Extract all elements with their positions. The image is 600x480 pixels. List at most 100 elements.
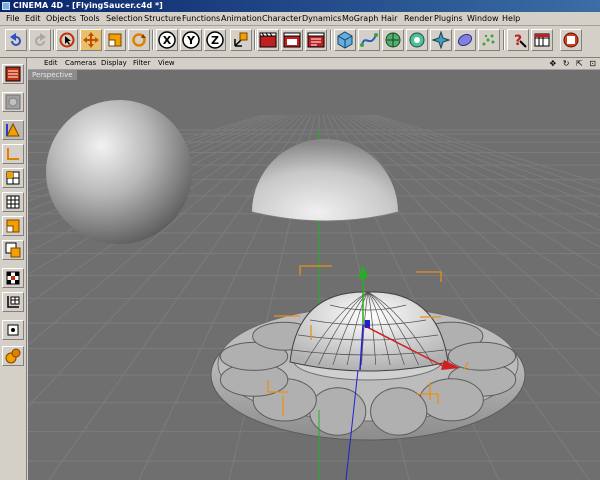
workplane-icon [7,296,20,308]
texture-axis-button[interactable] [2,240,24,260]
toolbar-separator [53,30,55,50]
menu-objects[interactable]: Objects [46,12,76,25]
nurbs-object-button[interactable] [382,29,404,51]
redo-icon [35,33,46,46]
render-picture-viewer-icon [283,32,301,48]
flying-saucer-object[interactable] [210,291,526,441]
menu-file[interactable]: File [6,12,19,25]
scale-button[interactable] [104,29,126,51]
coordinate-system-icon [234,32,248,47]
use-points-mode-icon [6,122,20,137]
toolbar-separator [254,30,256,50]
redo-button[interactable] [29,29,51,51]
undo-icon [10,33,21,46]
main-toolbar: X Y Z ? [0,26,600,58]
floor-object-button[interactable] [560,29,582,51]
menu-structure[interactable]: Structure [144,12,181,25]
viewport-navigation-icons[interactable]: ✥ ↻ ⇱ ⊡ [550,58,598,69]
viewport-menu-view[interactable]: View [158,58,175,69]
y-axis-button[interactable]: Y [180,29,202,51]
sculpt-icon [5,348,21,364]
model-mode-button[interactable] [2,64,24,84]
menu-window[interactable]: Window [467,12,499,25]
render-settings-button[interactable] [305,29,327,51]
cube-object-button[interactable] [334,29,356,51]
sculpt-button[interactable] [2,346,24,366]
viewport-menu-display[interactable]: Display [101,58,127,69]
scene-object-button[interactable] [454,29,476,51]
texture-mode-button[interactable] [2,192,24,212]
viewport-menu-bar: Edit Cameras Display Filter View ✥ ↻ ⇱ ⊡ [28,58,600,70]
object-mode-button[interactable] [2,92,24,112]
array-object-button[interactable] [406,29,428,51]
menu-render[interactable]: Render [404,12,432,25]
x-axis-icon: X [158,31,176,49]
spline-object-button[interactable] [358,29,380,51]
render-settings-icon [307,32,325,48]
z-axis-icon: Z [206,31,224,49]
edges-mode-button[interactable] [2,144,24,164]
coordinate-system-button[interactable] [230,29,252,51]
move-icon [83,32,99,48]
light-object-button[interactable] [478,29,500,51]
use-polygons-mode-icon [6,171,20,185]
saucer-cockpit-dome [289,291,449,372]
menu-mograph[interactable]: MoGraph [342,12,378,25]
menu-hair[interactable]: Hair [381,12,397,25]
menu-selection[interactable]: Selection [106,12,143,25]
menu-help[interactable]: Help [502,12,520,25]
texture-axis-icon [5,242,21,258]
rotate-button[interactable] [128,29,150,51]
menu-character[interactable]: Character [262,12,302,25]
hemisphere-object[interactable] [251,139,399,222]
viewport-menu-filter[interactable]: Filter [133,58,150,69]
x-axis-button[interactable]: X [156,29,178,51]
points-mode-button[interactable] [2,120,24,140]
render-picture-viewer-button[interactable] [281,29,303,51]
title-bar: CINEMA 4D - [FlyingSaucer.c4d *] [0,0,600,12]
render-view-icon [259,32,277,48]
use-model-mode-icon [5,66,21,82]
toolbar-separator [152,30,154,50]
deformer-icon [432,31,450,49]
saucer-pad [370,387,428,436]
menu-edit[interactable]: Edit [25,12,41,25]
menu-functions[interactable]: Functions [182,12,220,25]
scene-canvas[interactable] [28,70,600,480]
help-button[interactable]: ? [507,29,529,51]
menu-plugins[interactable]: Plugins [434,12,463,25]
nurbs-icon [385,32,401,48]
undo-button[interactable] [5,29,27,51]
viewport-menu-edit[interactable]: Edit [44,58,58,69]
render-view-button[interactable] [257,29,279,51]
scale-icon [108,33,122,47]
window-title: CINEMA 4D - [FlyingSaucer.c4d *] [13,1,163,10]
layout-button[interactable] [531,29,553,51]
polygons-mode-button[interactable] [2,168,24,188]
menu-tools[interactable]: Tools [80,12,100,25]
object-axis-icon [6,219,20,233]
live-selection-button[interactable] [56,29,78,51]
menu-animation[interactable]: Animation [221,12,262,25]
object-axis-button[interactable] [2,216,24,236]
inactive-icon [7,324,19,336]
z-axis-handle[interactable] [365,320,370,328]
workplane-button[interactable] [2,292,24,312]
move-button[interactable] [80,29,102,51]
viewport-menu-cameras[interactable]: Cameras [65,58,96,69]
sphere-object[interactable] [46,100,192,244]
texture-mode-icon [6,195,20,209]
inactive-mode-button[interactable] [2,320,24,340]
perspective-viewport[interactable]: Perspective [28,70,600,480]
saucer-pad [309,387,367,436]
menu-dynamics[interactable]: Dynamics [302,12,341,25]
deformer-object-button[interactable] [430,29,452,51]
x-axis-letter: X [163,34,172,47]
scene-icon [457,33,473,47]
cube-icon [337,31,353,49]
z-axis-button[interactable]: Z [204,29,226,51]
y-axis-letter: Y [186,34,196,47]
use-edges-mode-icon [7,148,19,160]
floor-icon [563,32,579,48]
tweak-mode-button[interactable] [2,268,24,288]
